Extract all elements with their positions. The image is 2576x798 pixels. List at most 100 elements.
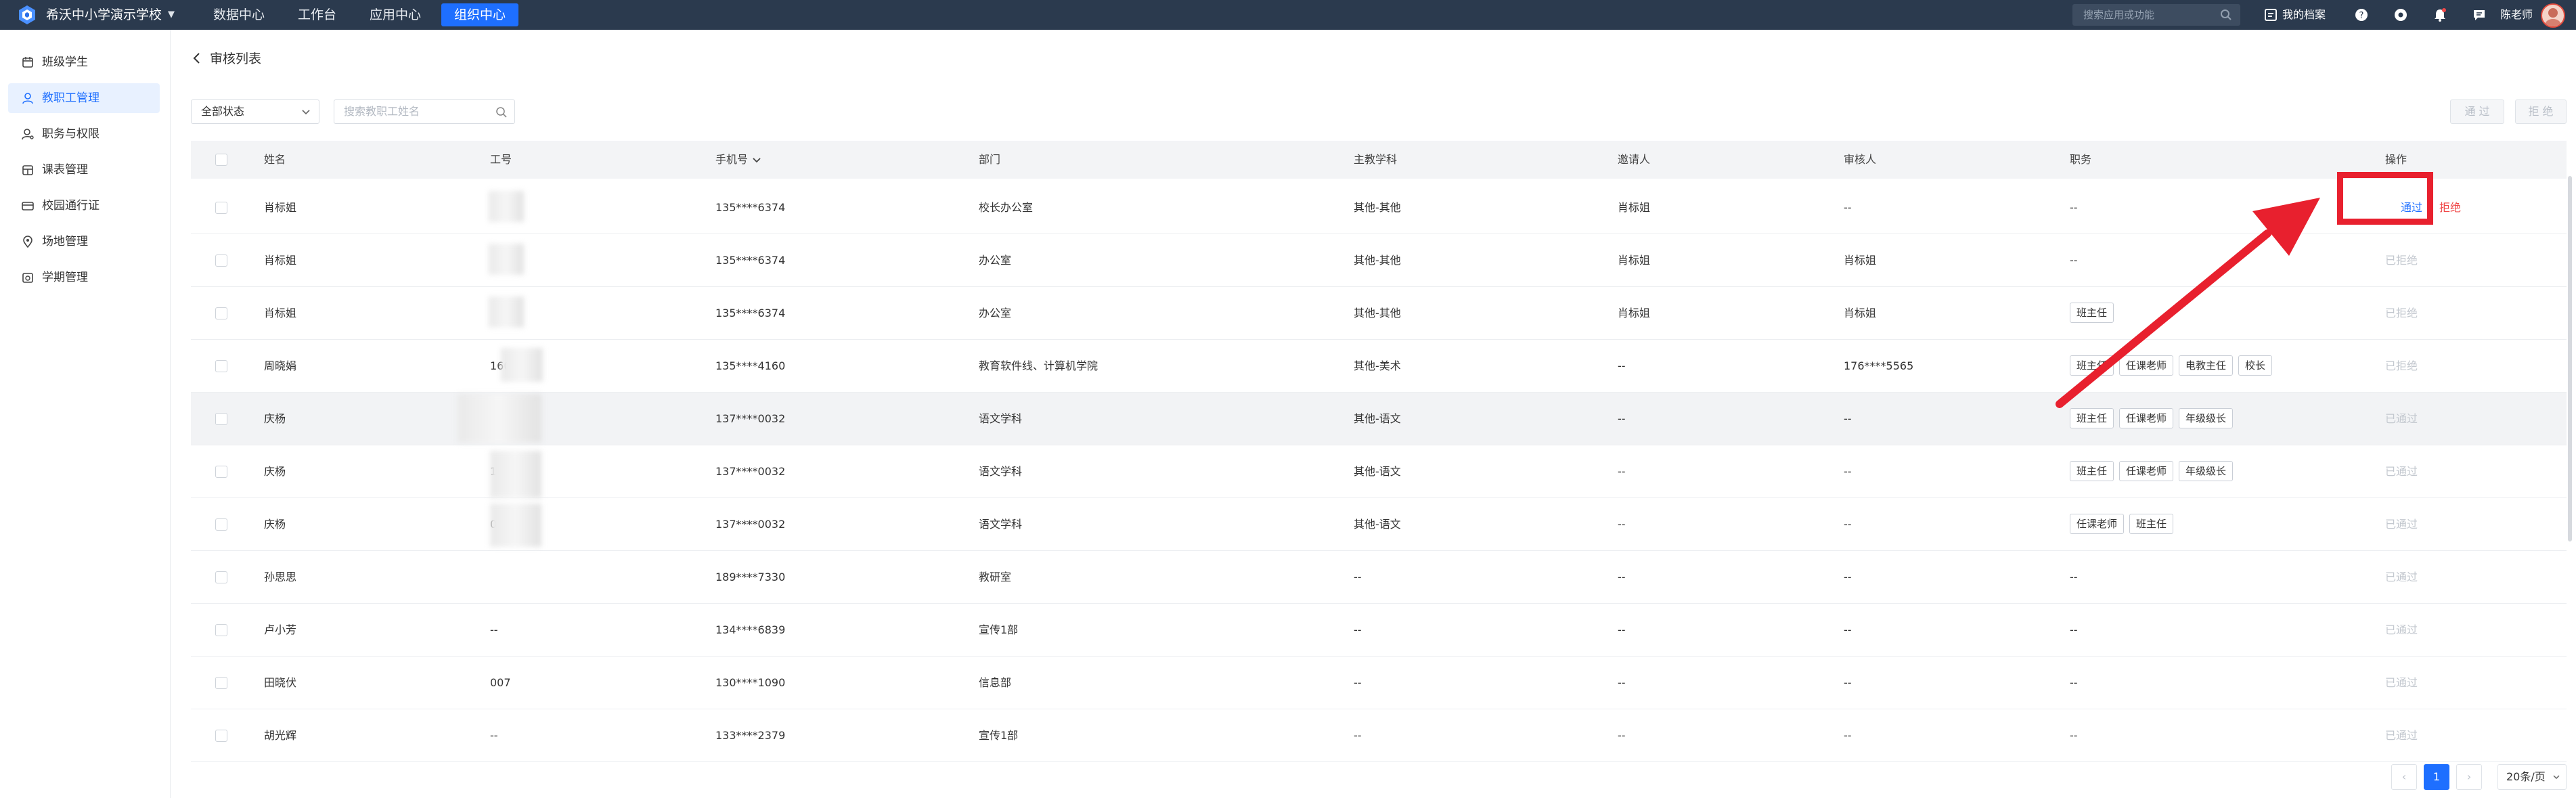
page-title: 审核列表 [210,51,262,66]
nav-data-center[interactable]: 数据中心 [213,0,265,30]
cell-inviter: -- [1618,518,1626,531]
row-checkbox[interactable] [215,730,227,742]
cell-inviter: -- [1618,465,1626,478]
cell-subject: 其他-其他 [1354,307,1401,319]
global-search-input[interactable]: 搜索应用或功能 [2072,4,2240,26]
sidebar-item-label: 学期管理 [42,271,88,284]
nav-org-center[interactable]: 组织中心 [441,3,518,26]
table-row: 孙思思 189****7330 教研室 -- -- -- -- 已通过 [191,551,2567,604]
chevron-down-icon [302,110,310,115]
archive-icon[interactable] [2264,8,2278,22]
duty-tag: 任课老师 [2119,461,2174,481]
row-checkbox[interactable] [215,360,227,372]
row-checkbox[interactable] [215,202,227,214]
sidebar-item-schedule[interactable]: 课表管理 [8,155,160,185]
status-text: 已通过 [2385,571,2418,583]
cell-duty: -- [2070,729,2078,742]
cell-phone: 135****6374 [715,201,786,214]
cell-subject: 其他-语文 [1354,518,1401,531]
duty-tag: 年级级长 [2179,461,2234,481]
row-checkbox[interactable] [215,677,227,689]
privacy-blur [490,451,541,498]
cell-reviewer: -- [1844,201,1852,214]
page-1-button[interactable]: 1 [2424,764,2449,790]
cell-staff-no: 007 [490,676,511,689]
nav-app-center[interactable]: 应用中心 [370,0,421,30]
cell-inviter: 肖标姐 [1618,254,1651,267]
school-name[interactable]: 希沃中小学演示学校 [46,0,162,30]
row-checkbox[interactable] [215,624,227,636]
user-icon [22,93,33,104]
row-checkbox[interactable] [215,307,227,319]
bell-icon[interactable] [2433,7,2447,22]
search-icon[interactable] [495,106,508,118]
cell-reviewer: -- [1844,412,1852,425]
user-name[interactable]: 陈老师 [2500,0,2533,30]
cell-phone: 130****1090 [715,676,786,689]
cell-subject: -- [1354,571,1362,583]
search-icon[interactable] [2220,9,2232,21]
back-chevron-icon[interactable] [192,51,202,65]
status-filter-value: 全部状态 [201,105,245,118]
privacy-blur [490,504,541,547]
sidebar-item-campus-pass[interactable]: 校园通行证 [8,191,160,221]
term-icon [22,273,33,283]
next-page-button[interactable]: › [2456,764,2482,790]
sidebar-item-duty-permission[interactable]: 职务与权限 [8,119,160,149]
table-row: 庆杨137 032137****0032语文学科其他-语文----班主任任课老师… [191,445,2567,498]
col-phone[interactable]: 手机号 [715,141,748,179]
cell-name: 庆杨 [264,412,286,425]
batch-approve-button[interactable]: 通 过 [2450,99,2504,124]
row-checkbox[interactable] [215,254,227,267]
sidebar-item-class-students[interactable]: 班级学生 [8,47,160,77]
cell-phone: 135****6374 [715,307,786,319]
sort-chevron-icon[interactable] [752,157,761,164]
sidebar-item-label: 职务与权限 [42,127,99,141]
row-checkbox[interactable] [215,466,227,478]
school-caret-icon[interactable]: ▼ [168,0,175,30]
status-text: 已拒绝 [2385,254,2418,267]
avatar[interactable] [2541,3,2565,28]
table-scrollbar[interactable] [2568,176,2572,541]
settings-icon[interactable] [2393,7,2408,22]
cell-name: 田晓伏 [264,676,297,689]
school-logo-icon[interactable] [16,4,38,26]
row-checkbox[interactable] [215,413,227,425]
table-row: 田晓伏 007 130****1090 信息部 -- -- -- -- 已通过 [191,657,2567,709]
row-checkbox[interactable] [215,571,227,583]
cell-dept: 宣传1部 [979,729,1019,742]
status-filter-select[interactable]: 全部状态 [191,99,319,124]
nav-workbench[interactable]: 工作台 [298,0,336,30]
privacy-blur [489,191,524,222]
sidebar-item-label: 班级学生 [42,56,88,69]
sidebar-item-label: 场地管理 [42,235,88,248]
row-checkbox[interactable] [215,518,227,531]
my-archive-link[interactable]: 我的档案 [2282,0,2326,30]
batch-reject-button[interactable]: 拒 绝 [2515,99,2567,124]
schedule-icon [22,165,33,175]
prev-page-button[interactable]: ‹ [2391,764,2417,790]
status-text: 已通过 [2385,518,2418,531]
help-icon[interactable]: ? [2354,7,2369,22]
message-icon[interactable] [2472,7,2487,22]
staff-name-search-input[interactable]: 搜索教职工姓名 [334,99,515,124]
cell-inviter: 肖标姐 [1618,307,1651,319]
sidebar-item-label: 教职工管理 [42,91,99,105]
cell-reviewer: 肖标姐 [1844,254,1877,267]
cell-phone: 133****2379 [715,729,786,742]
top-bar: 希沃中小学演示学校 ▼ 数据中心 工作台 应用中心 组织中心 搜索应用或功能 我… [0,0,2576,30]
cell-dept: 语文学科 [979,465,1023,478]
sidebar-item-term[interactable]: 学期管理 [8,263,160,292]
cell-inviter: -- [1618,729,1626,742]
sidebar-item-venue[interactable]: 场地管理 [8,227,160,257]
sidebar-item-staff-management[interactable]: 教职工管理 [8,83,160,113]
page-size-select[interactable]: 20条/页 [2497,764,2567,790]
select-all-checkbox[interactable] [215,154,227,166]
cell-inviter: 肖标姐 [1618,201,1651,214]
cell-subject: -- [1354,623,1362,636]
status-text: 已拒绝 [2385,359,2418,372]
col-name: 姓名 [264,153,286,166]
privacy-blur [489,244,524,275]
reject-link[interactable]: 拒绝 [2439,181,2461,234]
annotation-highlight-box [2337,172,2433,225]
